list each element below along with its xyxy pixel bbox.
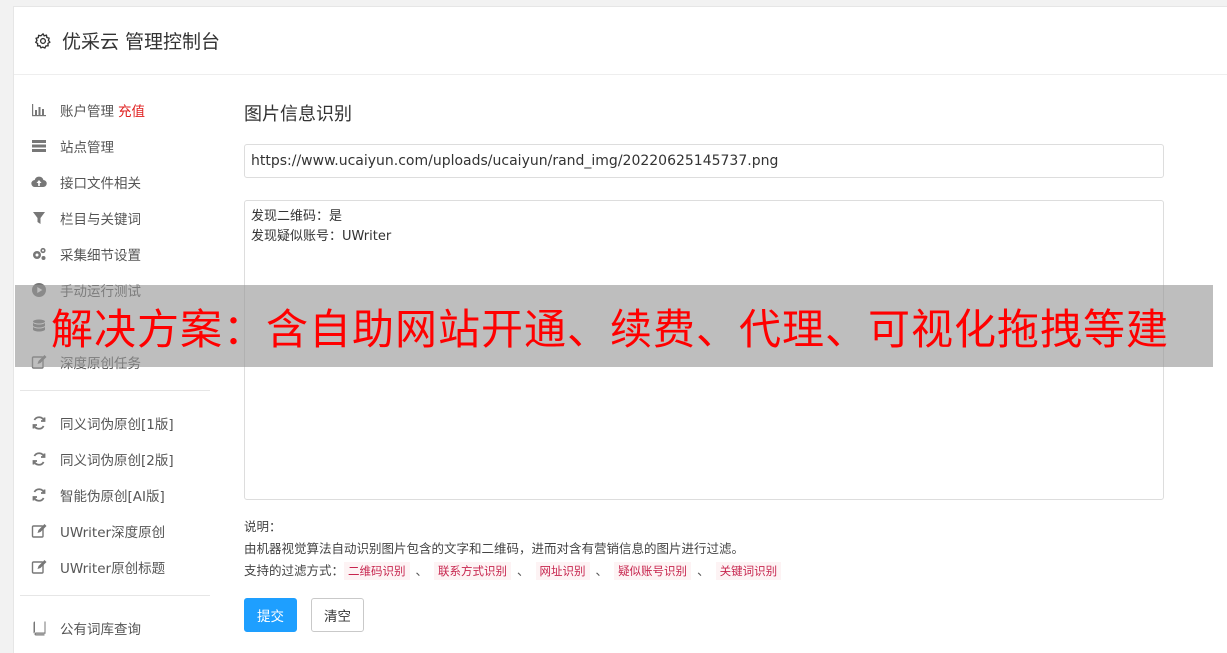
- recharge-link[interactable]: 充值: [118, 100, 145, 120]
- section-title: 图片信息识别: [244, 104, 352, 125]
- sidebar-divider: [20, 390, 210, 391]
- filter-separator: 、: [697, 563, 710, 578]
- filter-icon: [33, 212, 45, 224]
- page-title: 优采云 管理控制台: [62, 31, 221, 53]
- refresh-icon: [32, 452, 46, 466]
- filter-separator: 、: [517, 563, 530, 578]
- edit-icon: [31, 560, 47, 574]
- notes-description: 由机器视觉算法自动识别图片包含的文字和二维码，进而对含有营销信息的图片进行过滤。: [244, 541, 745, 556]
- book-icon: [33, 621, 46, 636]
- sidebar-item-label: 同义词伪原创[1版]: [60, 417, 174, 433]
- promo-overlay-text: 解决方案：含自助网站开通、续费、代理、可视化拖拽等建: [51, 304, 1170, 354]
- sidebar-item-columns-keywords[interactable]: 栏目与关键词: [20, 200, 210, 236]
- sidebar-item-label: 账户管理: [60, 104, 114, 120]
- promo-overlay-banner: 解决方案：含自助网站开通、续费、代理、可视化拖拽等建: [15, 285, 1213, 367]
- sidebar-item-collect-settings[interactable]: 采集细节设置: [20, 236, 210, 272]
- notes: 说明： 由机器视觉算法自动识别图片包含的文字和二维码，进而对含有营销信息的图片进…: [244, 516, 1164, 582]
- notes-label: 说明：: [244, 519, 282, 534]
- sidebar-item-account[interactable]: 账户管理 充值: [20, 92, 210, 128]
- image-url-input[interactable]: [244, 144, 1164, 178]
- sidebar-item-sites[interactable]: 站点管理: [20, 128, 210, 164]
- sidebar-item-label: 栏目与关键词: [60, 212, 141, 228]
- clear-button[interactable]: 清空: [311, 598, 364, 632]
- filter-methods: 支持的过滤方式： 二维码识别 、 联系方式识别 、 网址识别 、 疑似账号识别 …: [244, 560, 1164, 582]
- sidebar-item-synonym-v2[interactable]: 同义词伪原创[2版]: [20, 441, 210, 477]
- refresh-icon: [32, 488, 46, 502]
- sidebar-divider: [20, 595, 210, 596]
- filter-tag: 关键词识别: [715, 562, 782, 580]
- form-buttons: 提交 清空: [244, 598, 1164, 632]
- filter-label: 支持的过滤方式：: [244, 563, 345, 578]
- sidebar-item-label: 采集细节设置: [60, 248, 141, 264]
- filter-tag: 网址识别: [535, 562, 590, 580]
- filter-tag: 二维码识别: [344, 562, 410, 580]
- sidebar-item-label: 站点管理: [60, 140, 114, 156]
- edit-icon: [31, 524, 47, 538]
- filter-tag: 联系方式识别: [434, 562, 512, 580]
- cogs-icon: [33, 247, 46, 260]
- sidebar-item-label: 智能伪原创[AI版]: [60, 489, 165, 505]
- sidebar-item-label: 同义词伪原创[2版]: [60, 453, 174, 469]
- sidebar-item-uwriter-deep[interactable]: UWriter深度原创: [20, 513, 210, 549]
- sidebar-item-public-lexicon[interactable]: 公有词库查询: [20, 610, 210, 646]
- sidebar-item-interface-files[interactable]: 接口文件相关: [20, 164, 210, 200]
- server-icon: [32, 140, 46, 152]
- filter-tag: 疑似账号识别: [614, 562, 692, 580]
- cloud-upload-icon: [31, 176, 47, 188]
- sidebar-item-synonym-v1[interactable]: 同义词伪原创[1版]: [20, 405, 210, 441]
- sidebar-item-uwriter-title[interactable]: UWriter原创标题: [20, 549, 210, 585]
- sidebar-item-label: UWriter深度原创: [60, 525, 166, 541]
- sidebar-item-label: UWriter原创标题: [60, 561, 166, 577]
- sidebar: 账户管理 充值 站点管理 接口文件相关 栏目与关键词 采集细节设置 手动运行测试…: [20, 92, 210, 646]
- sidebar-item-ai-rewrite[interactable]: 智能伪原创[AI版]: [20, 477, 210, 513]
- filter-separator: 、: [595, 563, 609, 578]
- sidebar-item-label: 公有词库查询: [60, 622, 141, 638]
- submit-button[interactable]: 提交: [244, 598, 297, 632]
- bar-chart-icon: [32, 104, 46, 117]
- refresh-icon: [32, 416, 46, 430]
- sidebar-item-label: 接口文件相关: [60, 176, 141, 192]
- gear-icon: [34, 32, 51, 49]
- filter-separator: 、: [415, 563, 429, 578]
- page-header: 优采云 管理控制台: [14, 7, 1227, 75]
